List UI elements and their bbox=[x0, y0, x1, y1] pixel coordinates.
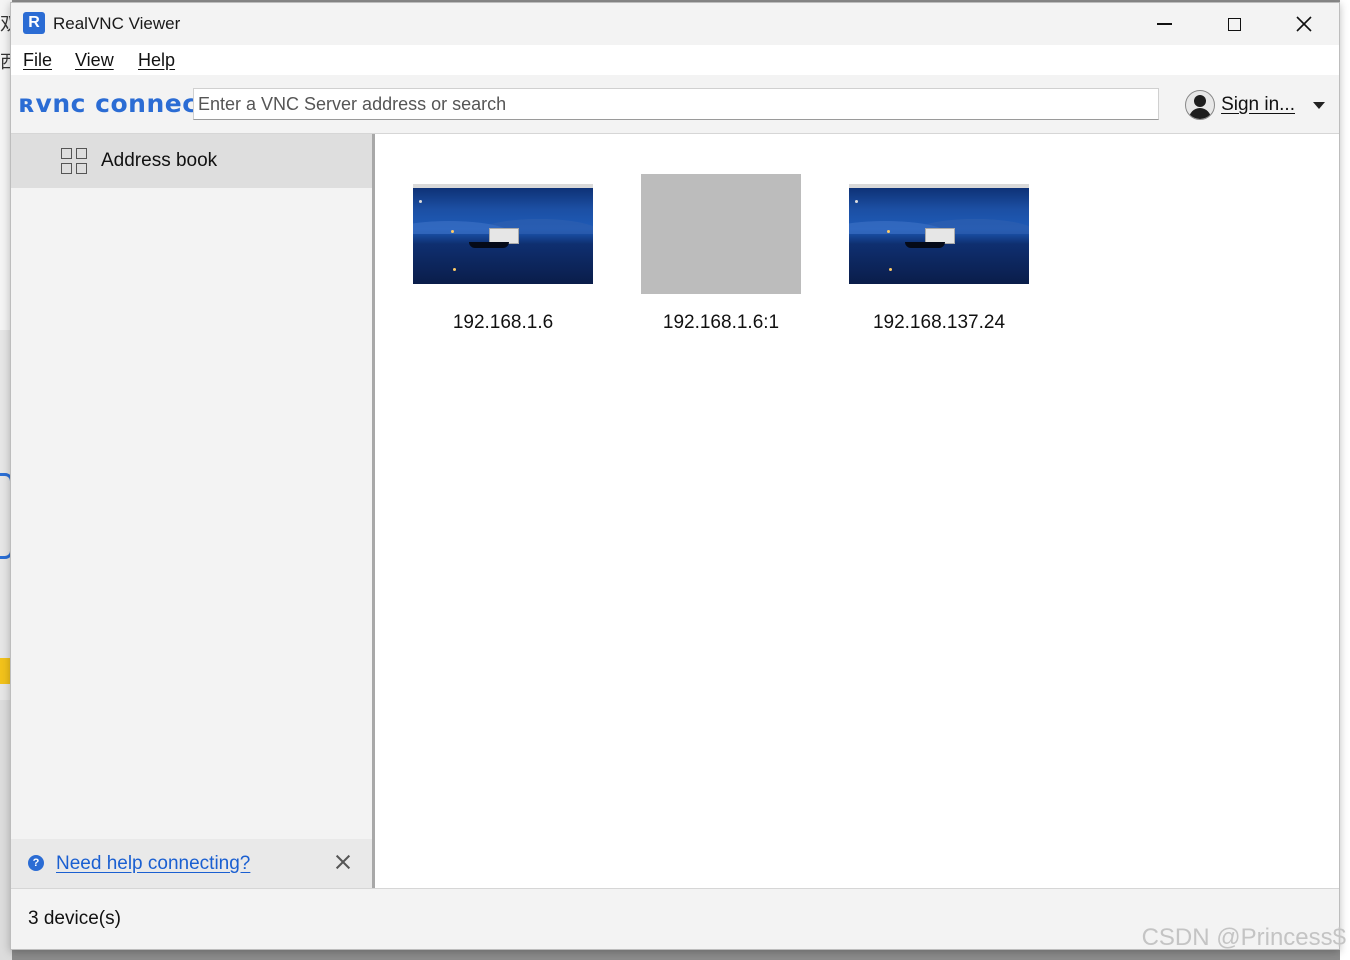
menu-bar: File View Help bbox=[11, 45, 1339, 75]
help-question-icon: ? bbox=[28, 855, 44, 871]
address-book-panel: 192.168.1.6 192.168.1.6:1 192.168.137.24 bbox=[375, 134, 1339, 889]
background-desktop-right bbox=[1340, 0, 1350, 960]
device-label: 192.168.1.6 bbox=[452, 312, 554, 333]
window-title: RealVNC Viewer bbox=[53, 14, 181, 33]
sidebar-item-label: Address book bbox=[101, 150, 218, 171]
grid-icon bbox=[61, 148, 87, 174]
sign-in-label: Sign in... bbox=[1221, 94, 1295, 115]
close-window-button[interactable] bbox=[1269, 3, 1339, 45]
sidebar-item-address-book[interactable]: Address book bbox=[11, 134, 372, 188]
device-tile[interactable]: 192.168.1.6:1 bbox=[621, 174, 821, 344]
minimize-button[interactable] bbox=[1129, 3, 1199, 45]
realvnc-viewer-window: R RealVNC Viewer File View Help ʀvnc con… bbox=[10, 2, 1340, 950]
realvnc-app-icon: R bbox=[23, 12, 45, 34]
device-label: 192.168.137.24 bbox=[872, 312, 1006, 333]
device-tile[interactable]: 192.168.1.6 bbox=[403, 174, 603, 344]
background-button-edge bbox=[0, 658, 10, 684]
chevron-down-icon[interactable] bbox=[1313, 101, 1325, 109]
maximize-button[interactable] bbox=[1199, 3, 1269, 45]
close-icon bbox=[1296, 16, 1312, 32]
rvnc-connect-logo: ʀvnc connect bbox=[19, 89, 210, 118]
sign-in-button[interactable]: Sign in... bbox=[1185, 89, 1325, 121]
menu-help[interactable]: Help bbox=[138, 50, 175, 71]
title-bar[interactable]: R RealVNC Viewer bbox=[11, 3, 1339, 45]
menu-file[interactable]: File bbox=[23, 50, 52, 71]
toolbar: ʀvnc connect Sign in... bbox=[11, 75, 1339, 134]
status-bar: 3 device(s) bbox=[11, 888, 1339, 949]
help-bar: ? Need help connecting? bbox=[11, 839, 372, 889]
minimize-icon bbox=[1156, 23, 1172, 25]
server-address-search-input[interactable] bbox=[193, 88, 1159, 120]
dismiss-help-close-icon[interactable] bbox=[332, 851, 354, 873]
device-thumbnail-placeholder bbox=[641, 174, 801, 294]
device-count-status: 3 device(s) bbox=[28, 908, 121, 929]
device-thumbnail bbox=[849, 184, 1029, 284]
device-tile[interactable]: 192.168.137.24 bbox=[839, 174, 1039, 344]
menu-view[interactable]: View bbox=[75, 50, 114, 71]
sidebar: Address book ? Need help connecting? bbox=[11, 134, 372, 889]
device-label: 192.168.1.6:1 bbox=[662, 312, 780, 333]
need-help-connecting-link[interactable]: Need help connecting? bbox=[56, 853, 250, 875]
maximize-icon bbox=[1227, 17, 1241, 31]
csdn-watermark: CSDN @Princess$ bbox=[1141, 924, 1346, 951]
user-avatar-icon bbox=[1185, 90, 1216, 120]
device-thumbnail bbox=[413, 184, 593, 284]
